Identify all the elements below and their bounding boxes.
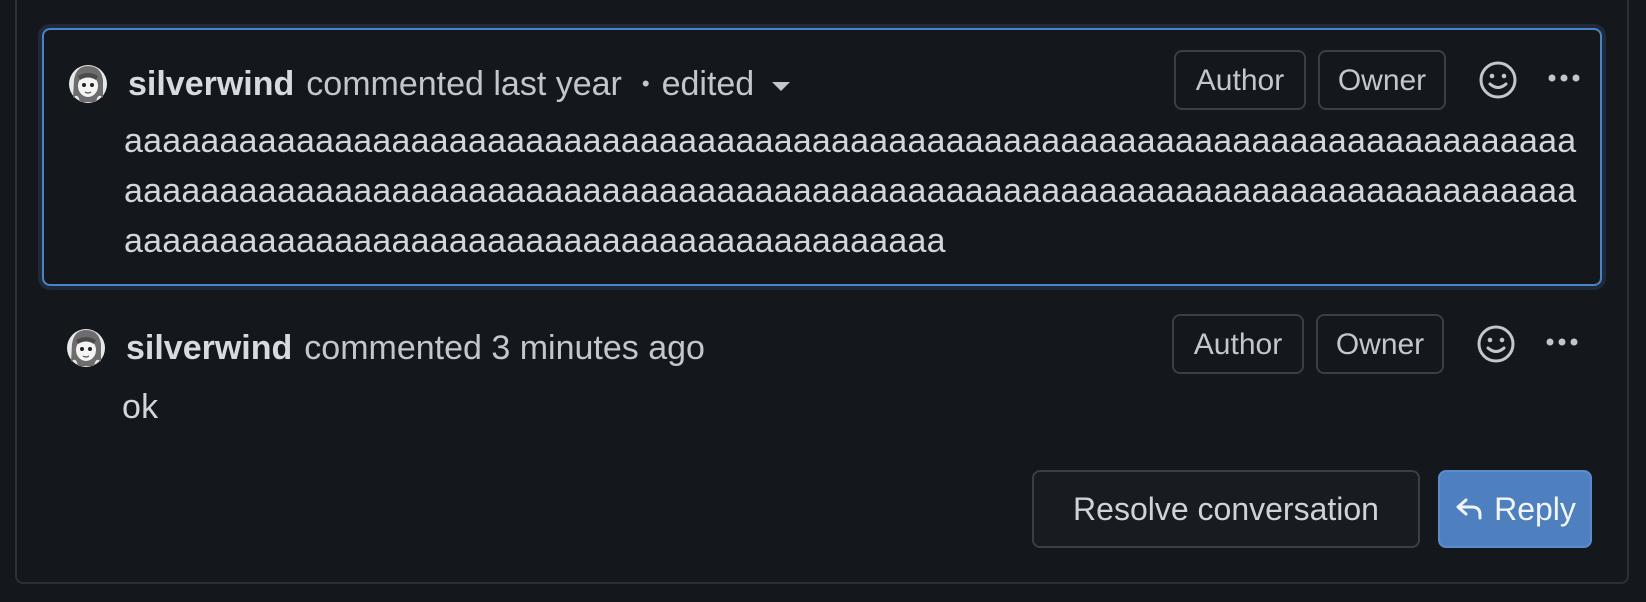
reply-label: Reply (1494, 490, 1576, 527)
owner-badge: Owner (1316, 314, 1444, 374)
comment-action: commented (306, 64, 484, 103)
comment-action: commented (304, 328, 482, 367)
author-badge: Author (1172, 314, 1304, 374)
comment-author[interactable]: silverwind (126, 329, 292, 368)
author-badge: Author (1174, 50, 1306, 110)
comment-body: ok (122, 388, 159, 426)
smiley-icon[interactable] (1474, 322, 1518, 366)
comment-header: silverwind commented 3 minutes ago (126, 324, 705, 372)
triangle-down-icon[interactable] (772, 81, 791, 91)
resolve-conversation-label: Resolve conversation (1073, 490, 1379, 527)
kebab-horizontal-icon[interactable] (1542, 58, 1586, 102)
comment-time[interactable]: last year (493, 65, 622, 104)
avatar-icon[interactable] (68, 62, 108, 106)
comment-item: silverwind commented 3 minutes ago Autho… (42, 296, 1602, 436)
separator-dot: • (641, 71, 650, 96)
comment-item: silverwind commented last year • edited … (42, 28, 1602, 286)
comment-body: aaaaaaaaaaaaaaaaaaaaaaaaaaaaaaaaaaaaaaaa… (124, 122, 1577, 260)
edited-indicator[interactable]: edited (662, 65, 755, 104)
owner-badge: Owner (1318, 50, 1446, 110)
comment-time[interactable]: 3 minutes ago (491, 329, 705, 368)
reply-button[interactable]: Reply (1438, 470, 1592, 548)
kebab-horizontal-icon[interactable] (1540, 322, 1584, 366)
comment-author[interactable]: silverwind (128, 65, 294, 104)
reply-arrow-icon (1456, 498, 1482, 520)
avatar-icon[interactable] (66, 326, 106, 370)
resolve-conversation-button[interactable]: Resolve conversation (1032, 470, 1420, 548)
comment-header: silverwind commented last year • edited (128, 60, 791, 108)
smiley-icon[interactable] (1476, 58, 1520, 102)
